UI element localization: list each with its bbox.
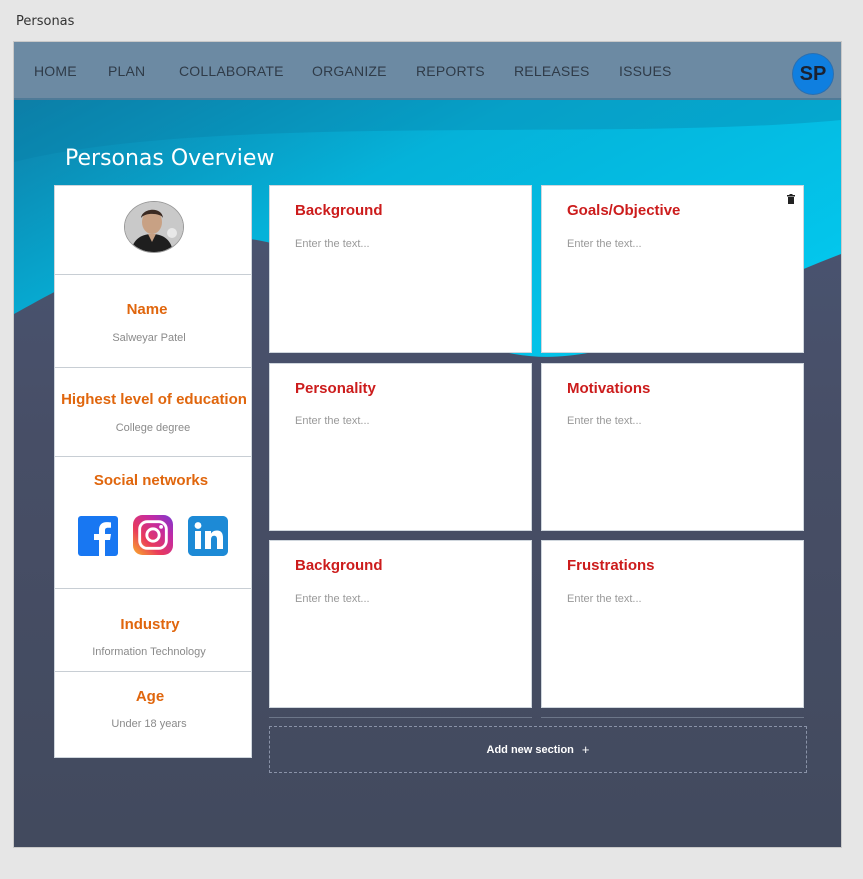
profile-industry-section: Industry Information Technology — [55, 588, 251, 672]
section-title: Frustrations — [567, 557, 655, 574]
nav-item-issues[interactable]: ISSUES — [619, 63, 672, 79]
nav-item-releases[interactable]: RELEASES — [514, 63, 590, 79]
nav-item-home[interactable]: HOME — [34, 63, 77, 79]
age-label: Age — [135, 688, 165, 705]
add-new-section-button[interactable]: Add new section + — [269, 726, 807, 773]
profile-name-section: Name Salweyar Patel — [55, 274, 251, 367]
add-section-label: Add new section — [486, 743, 574, 756]
section-card-motivations: Motivations Enter the text... — [541, 363, 804, 531]
facebook-glyph — [78, 516, 118, 556]
persona-photo[interactable] — [124, 201, 184, 253]
education-value: College degree — [115, 422, 191, 434]
social-label: Social networks — [93, 472, 209, 489]
section-card-frustrations: Frustrations Enter the text... — [541, 540, 804, 708]
section-card-background: Background Enter the text... — [269, 185, 532, 353]
user-avatar[interactable]: SP — [793, 54, 833, 94]
profile-age-section: Age Under 18 years — [55, 671, 251, 758]
divider — [541, 717, 804, 718]
nav-item-organize[interactable]: ORGANIZE — [312, 63, 387, 79]
section-text-input[interactable]: Enter the text... — [295, 593, 370, 605]
page-title: Personas Overview — [65, 146, 275, 171]
industry-value: Information Technology — [92, 646, 206, 658]
facebook-icon[interactable] — [78, 516, 118, 556]
profile-social-section: Social networks — [55, 456, 251, 589]
section-text-input[interactable]: Enter the text... — [295, 238, 370, 250]
section-text-input[interactable]: Enter the text... — [567, 593, 642, 605]
age-value: Under 18 years — [111, 718, 187, 730]
name-value: Salweyar Patel — [112, 332, 186, 344]
nav-item-collaborate[interactable]: COLLABORATE — [179, 63, 284, 79]
app-window: HOME PLAN COLLABORATE ORGANIZE REPORTS R… — [13, 41, 842, 848]
instagram-glyph — [133, 515, 173, 555]
persona-profile-card: Name Salweyar Patel Highest level of edu… — [54, 185, 252, 758]
persona-photo-image — [125, 202, 183, 252]
profile-education-section: Highest level of education College degre… — [55, 367, 251, 457]
education-label: Highest level of education — [61, 391, 247, 408]
section-title: Background — [295, 202, 383, 219]
nav-item-reports[interactable]: REPORTS — [416, 63, 485, 79]
industry-label: Industry — [120, 616, 180, 633]
nav-item-plan[interactable]: PLAN — [108, 63, 145, 79]
trash-icon[interactable] — [787, 194, 795, 204]
window-title: Personas — [16, 14, 75, 29]
section-text-input[interactable]: Enter the text... — [567, 238, 642, 250]
section-card-personality: Personality Enter the text... — [269, 363, 532, 531]
section-title: Personality — [295, 380, 376, 397]
instagram-icon[interactable] — [133, 515, 173, 555]
section-title: Goals/Objective — [567, 202, 681, 219]
linkedin-glyph — [188, 516, 228, 556]
divider — [269, 717, 532, 718]
linkedin-icon[interactable] — [188, 516, 228, 556]
name-label: Name — [126, 301, 168, 318]
section-title: Motivations — [567, 380, 651, 397]
section-title: Background — [295, 557, 383, 574]
section-card-background-2: Background Enter the text... — [269, 540, 532, 708]
section-text-input[interactable]: Enter the text... — [567, 415, 642, 427]
top-nav: HOME PLAN COLLABORATE ORGANIZE REPORTS R… — [14, 42, 841, 100]
plus-icon: + — [581, 742, 590, 757]
section-card-goals: Goals/Objective Enter the text... — [541, 185, 804, 353]
section-text-input[interactable]: Enter the text... — [295, 415, 370, 427]
